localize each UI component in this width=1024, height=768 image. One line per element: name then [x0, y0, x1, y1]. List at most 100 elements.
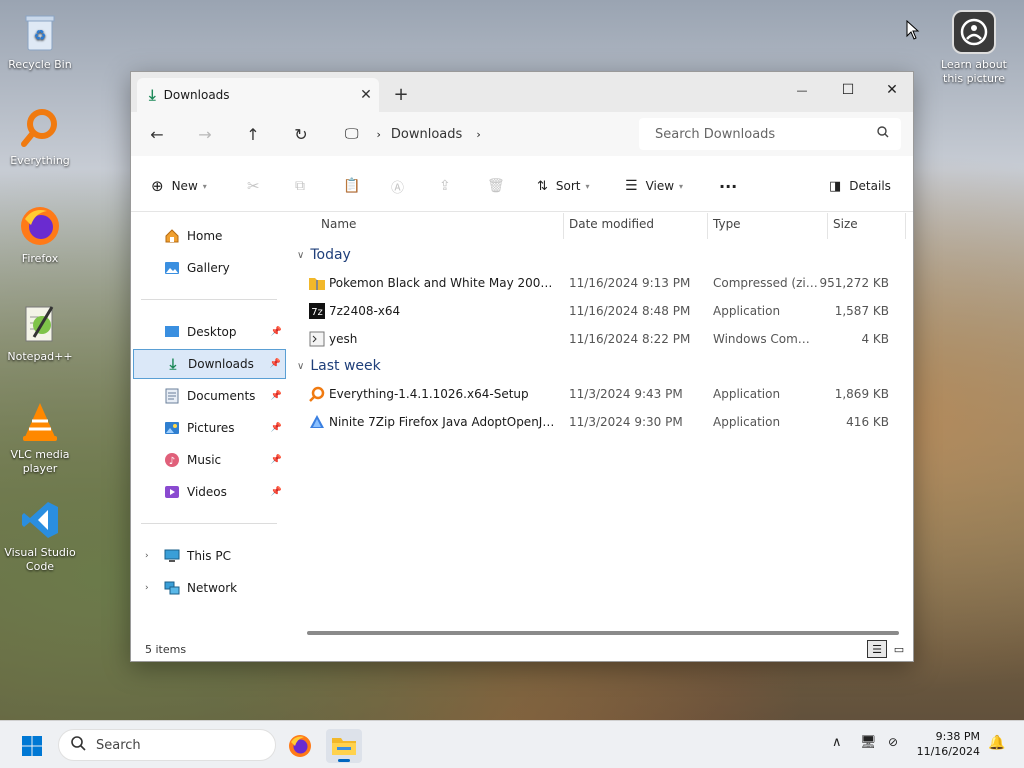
clock[interactable]: 9:38 PM 11/16/2024 — [917, 729, 980, 759]
file-row[interactable]: Ninite 7Zip Firefox Java AdoptOpenJDK x6… — [301, 408, 901, 436]
desktop-icon-label: Firefox — [21, 252, 59, 265]
start-button[interactable] — [14, 729, 50, 763]
nav-item-this-pc[interactable]: › This PC — [133, 541, 286, 571]
column-header-date[interactable]: Date modified — [569, 217, 654, 231]
chevron-right-icon[interactable]: › — [377, 128, 381, 141]
taskbar-file-explorer[interactable] — [326, 729, 362, 763]
search-icon — [877, 126, 889, 141]
nav-item-home[interactable]: Home — [133, 221, 286, 251]
notification-bell-icon[interactable]: 🔔 — [988, 735, 1005, 751]
nav-item-pictures[interactable]: Pictures 📌 — [133, 413, 286, 443]
pin-icon[interactable]: 📌 — [271, 455, 282, 465]
delete-button[interactable]: 🗑 — [487, 174, 505, 198]
active-indicator — [338, 759, 350, 762]
column-header-size[interactable]: Size — [833, 217, 858, 231]
desktop-icon-learn-about-picture[interactable]: Learn about this picture — [936, 10, 1012, 86]
paste-button[interactable]: 📋 — [343, 174, 360, 198]
plus-circle-icon: ⊕ — [151, 177, 164, 195]
svg-text:♪: ♪ — [169, 456, 175, 467]
nav-item-documents[interactable]: Documents 📌 — [133, 381, 286, 411]
file-row[interactable]: 7z 7z2408-x64 11/16/2024 8:48 PM Applicatio… — [301, 297, 901, 325]
desktop-icon-everything[interactable]: Everything — [2, 106, 78, 168]
taskbar-firefox[interactable] — [282, 729, 318, 763]
refresh-button[interactable]: ↻ — [289, 122, 313, 146]
nav-item-desktop[interactable]: Desktop 📌 — [133, 317, 286, 347]
nav-item-network[interactable]: › Network — [133, 573, 286, 603]
column-header-name[interactable]: Name — [321, 217, 356, 231]
column-header-type[interactable]: Type — [713, 217, 741, 231]
videos-icon — [163, 483, 181, 501]
maximize-button[interactable]: ☐ — [825, 76, 871, 104]
nav-item-videos[interactable]: Videos 📌 — [133, 477, 286, 507]
view-button[interactable]: ☰ View ▾ — [625, 174, 683, 198]
pin-icon[interactable]: 📌 — [271, 391, 282, 401]
new-tab-button[interactable]: + — [393, 84, 409, 105]
taskbar-search-label: Search — [96, 737, 141, 753]
file-row[interactable]: Pokemon Black and White May 2009 Beta 11/… — [301, 269, 901, 297]
group-header-last-week[interactable]: ∨ Last week — [297, 358, 381, 374]
download-arrow-icon: ⤓ — [149, 86, 156, 104]
new-button[interactable]: ⊕ New ▾ — [151, 174, 207, 198]
chevron-down-icon: ▾ — [679, 181, 684, 191]
document-icon — [163, 387, 181, 405]
file-row[interactable]: Everything-1.4.1.1026.x64-Setup 11/3/2024… — [301, 380, 901, 408]
details-button[interactable]: ◨ Details — [829, 174, 891, 198]
nav-label: Gallery — [187, 261, 230, 275]
chevron-down-icon: ∨ — [297, 360, 305, 372]
desktop-icon-recycle-bin[interactable]: ♻ Recycle Bin — [2, 10, 78, 72]
file-type: Windows Command Script — [713, 332, 821, 346]
item-count: 5 items — [145, 643, 187, 656]
chevron-right-icon[interactable]: › — [145, 551, 149, 561]
chevron-right-icon[interactable]: › — [476, 128, 480, 141]
up-button[interactable]: ↑ — [241, 122, 265, 146]
file-name: Pokemon Black and White May 2009 Beta — [329, 276, 555, 290]
chevron-right-icon[interactable]: › — [145, 583, 149, 593]
close-tab-icon[interactable]: ✕ — [353, 87, 379, 103]
column-separator[interactable] — [827, 213, 828, 239]
nav-item-downloads[interactable]: ⤓ Downloads 📌 — [133, 349, 286, 379]
pin-icon[interactable]: 📌 — [271, 487, 282, 497]
cut-button[interactable]: ✂ — [247, 174, 260, 198]
close-window-button[interactable]: ✕ — [869, 76, 915, 104]
tiles-view-button[interactable]: ▭ — [889, 640, 909, 658]
network-status-icon[interactable]: 🖥 — [860, 735, 877, 750]
chevron-up-icon[interactable]: ∧ — [832, 735, 842, 750]
desktop-icon-firefox[interactable]: Firefox — [2, 204, 78, 266]
column-separator[interactable] — [707, 213, 708, 239]
search-input[interactable]: Search Downloads — [639, 118, 901, 150]
copy-button[interactable]: ⧉ — [295, 174, 305, 198]
more-options-button[interactable]: ··· — [719, 174, 737, 198]
breadcrumb[interactable]: 🖵 › Downloads › — [331, 118, 627, 150]
tab-downloads[interactable]: ⤓ Downloads ✕ — [137, 78, 379, 112]
file-name: Ninite 7Zip Firefox Java AdoptOpenJDK x6… — [329, 415, 555, 429]
nav-label: Music — [187, 453, 222, 467]
details-view-button[interactable]: ☰ — [867, 640, 887, 658]
pin-icon[interactable]: 📌 — [270, 359, 281, 369]
desktop-icon-notepadpp[interactable]: Notepad++ — [2, 302, 78, 364]
volume-muted-icon[interactable]: ⊘ — [888, 735, 898, 749]
nav-item-music[interactable]: ♪ Music 📌 — [133, 445, 286, 475]
rename-button[interactable]: Ⓐ — [391, 174, 404, 198]
chevron-down-icon: ∨ — [297, 249, 305, 261]
file-type: Compressed (zipped) Folder — [713, 276, 821, 290]
sort-button[interactable]: ⇅ Sort ▾ — [537, 174, 590, 198]
share-button[interactable]: ⇪ — [439, 174, 451, 198]
group-header-today[interactable]: ∨ Today — [297, 247, 351, 263]
minimize-button[interactable]: — — [779, 76, 825, 104]
file-row[interactable]: yesh 11/16/2024 8:22 PM Windows Command Sc… — [301, 325, 901, 353]
network-icon — [163, 579, 181, 597]
pin-icon[interactable]: 📌 — [271, 327, 282, 337]
nav-item-gallery[interactable]: Gallery — [133, 253, 286, 283]
monitor-icon[interactable]: 🖵 — [345, 126, 359, 142]
forward-button[interactable]: → — [193, 122, 217, 146]
breadcrumb-downloads[interactable]: Downloads — [391, 127, 462, 142]
status-bar: 5 items ☰ ▭ — [131, 635, 913, 661]
column-separator[interactable] — [563, 213, 564, 239]
pin-icon[interactable]: 📌 — [271, 423, 282, 433]
back-button[interactable]: ← — [145, 122, 169, 146]
desktop-icon-vscode[interactable]: Visual Studio Code — [2, 498, 78, 574]
column-separator[interactable] — [905, 213, 906, 239]
desktop-icon-vlc[interactable]: VLC media player — [2, 400, 78, 476]
taskbar-search[interactable]: Search — [58, 729, 276, 761]
group-label: Today — [310, 247, 351, 263]
